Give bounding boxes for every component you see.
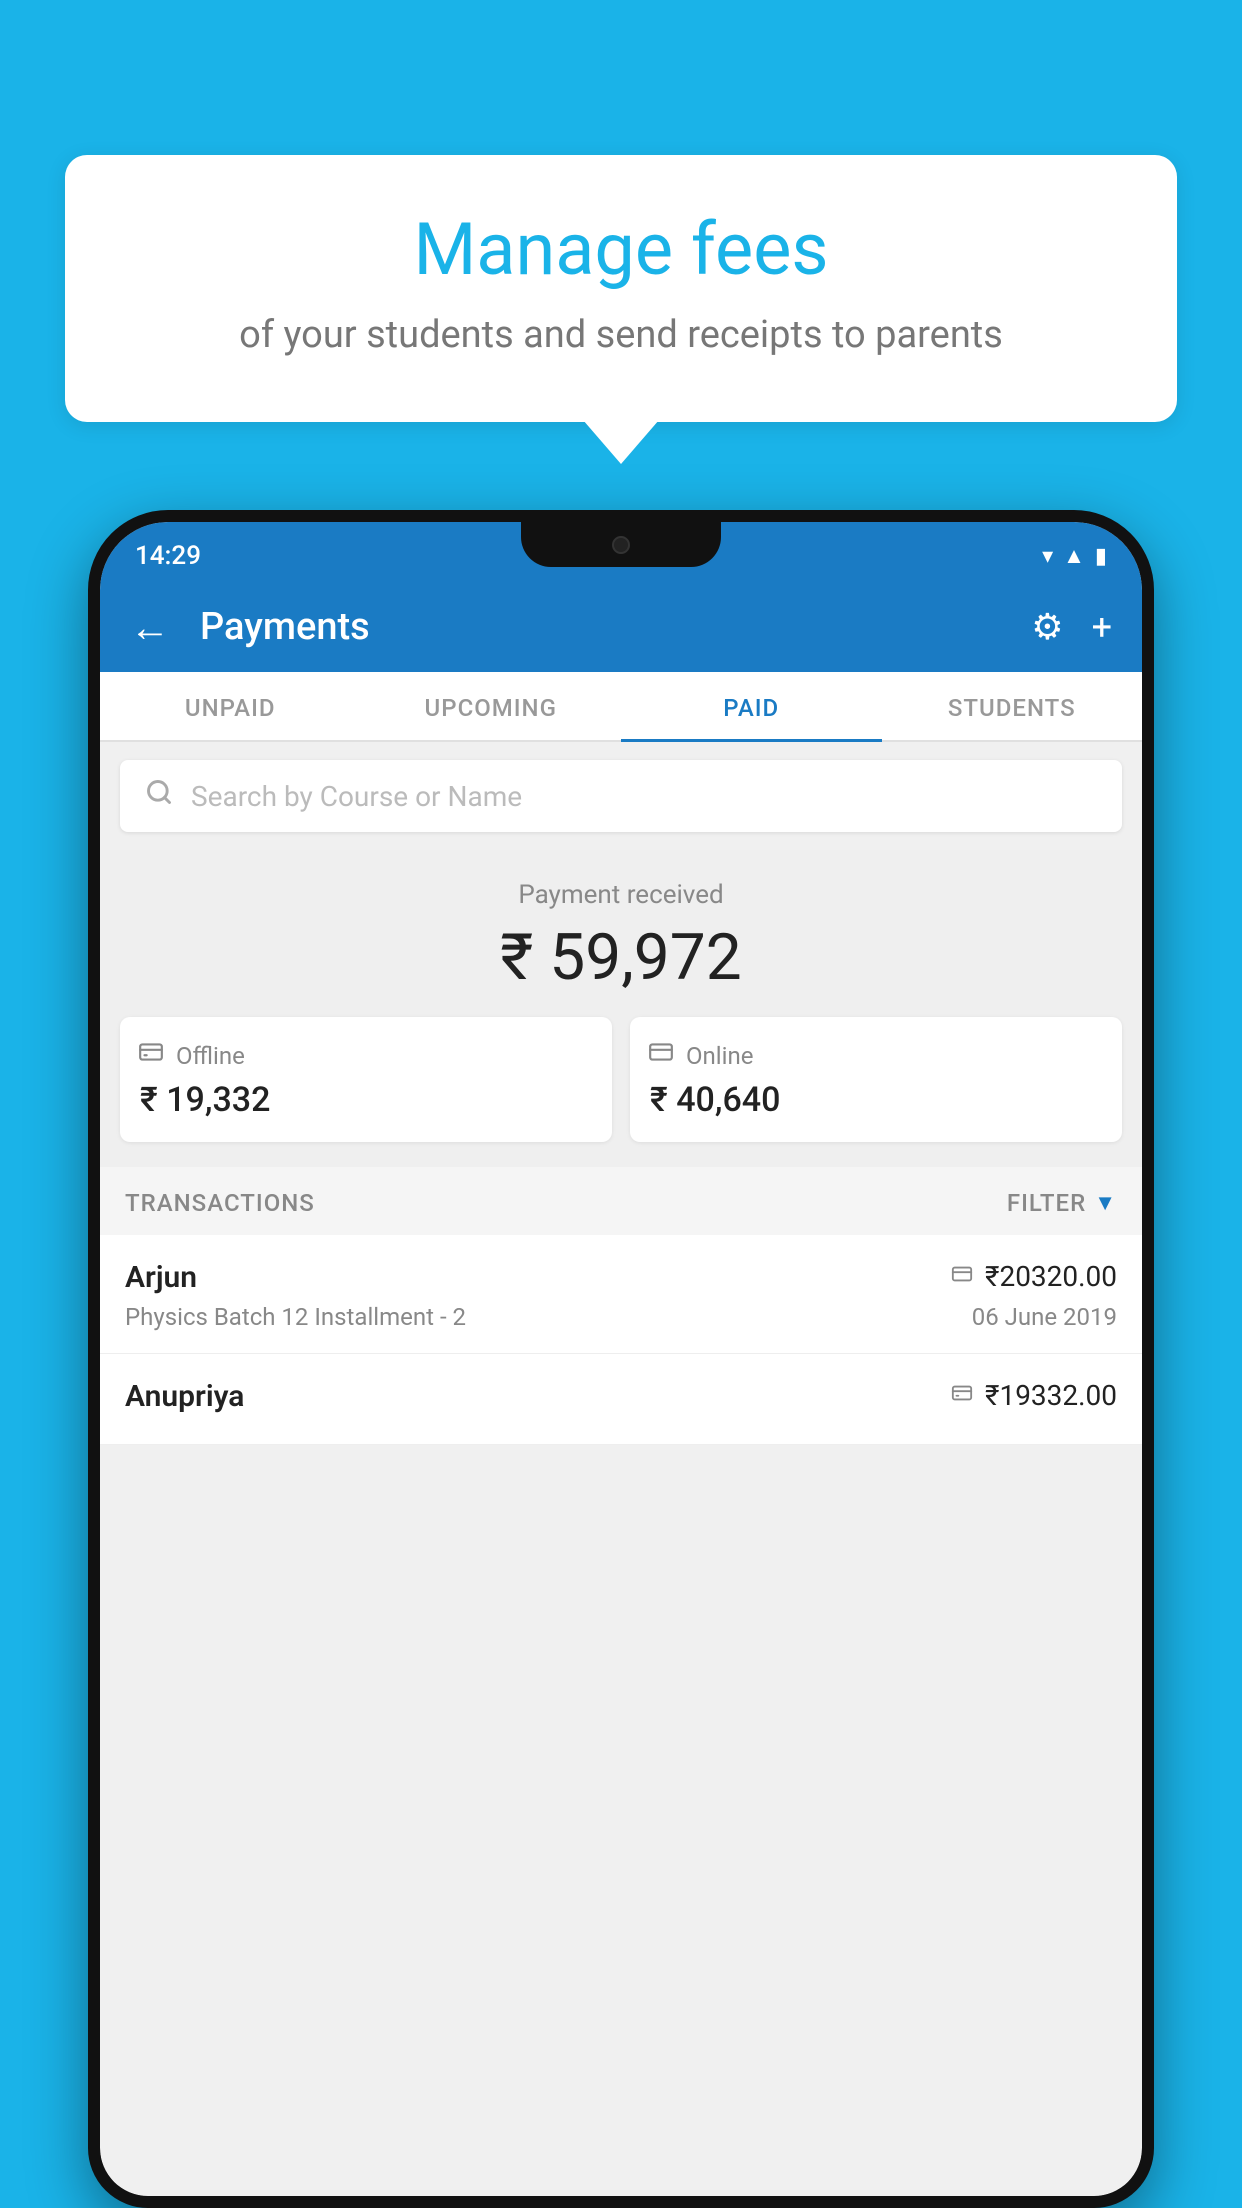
search-placeholder: Search by Course or Name: [191, 780, 522, 813]
settings-icon[interactable]: ⚙: [1031, 606, 1063, 648]
power-button-top: [1146, 722, 1154, 782]
speech-bubble-container: Manage fees of your students and send re…: [65, 155, 1177, 422]
online-card-header: Online: [648, 1039, 1104, 1072]
status-time: 14:29: [135, 541, 201, 571]
back-button[interactable]: ←: [130, 604, 170, 651]
transactions-header: TRANSACTIONS FILTER ▼: [100, 1167, 1142, 1235]
card-symbol: [951, 1263, 973, 1291]
bubble-title: Manage fees: [125, 210, 1117, 289]
payment-amount: ₹ 59,972: [120, 920, 1122, 995]
transaction-row[interactable]: Anupriya ₹19332.00: [100, 1354, 1142, 1445]
tab-unpaid[interactable]: UNPAID: [100, 672, 361, 740]
transaction-top: Anupriya ₹19332.00: [125, 1379, 1117, 1414]
header-title: Payments: [200, 605, 1011, 649]
transaction-amount-wrap: ₹19332.00: [951, 1379, 1117, 1412]
header-icons: ⚙ +: [1031, 606, 1112, 648]
phone-screen: 14:29 ▾ ▲ ▮ ← Payments ⚙ + UNPAID UPCOMI…: [100, 522, 1142, 2196]
wifi-icon: ▾: [1042, 544, 1053, 569]
search-icon: [145, 778, 173, 814]
tab-upcoming[interactable]: UPCOMING: [361, 672, 622, 740]
transaction-date: 06 June 2019: [972, 1303, 1117, 1331]
filter-icon: ▼: [1094, 1190, 1117, 1216]
filter-button[interactable]: FILTER ▼: [1007, 1189, 1117, 1217]
volume-button: [88, 772, 96, 852]
phone-frame: 14:29 ▾ ▲ ▮ ← Payments ⚙ + UNPAID UPCOMI…: [88, 510, 1154, 2208]
cash-symbol: [951, 1382, 973, 1410]
signal-icon: ▲: [1063, 543, 1085, 569]
offline-card-header: Offline: [138, 1039, 594, 1072]
speech-bubble: Manage fees of your students and send re…: [65, 155, 1177, 422]
bubble-subtitle: of your students and send receipts to pa…: [125, 309, 1117, 362]
online-card: Online ₹ 40,640: [630, 1017, 1122, 1142]
transaction-amount: ₹19332.00: [985, 1379, 1117, 1412]
filter-label: FILTER: [1007, 1189, 1086, 1217]
search-bar[interactable]: Search by Course or Name: [120, 760, 1122, 832]
payment-label: Payment received: [120, 880, 1122, 910]
offline-label: Offline: [176, 1042, 245, 1070]
offline-icon: [138, 1039, 164, 1072]
power-button-bottom: [1146, 812, 1154, 912]
offline-card: Offline ₹ 19,332: [120, 1017, 612, 1142]
add-icon[interactable]: +: [1092, 606, 1112, 648]
transaction-row[interactable]: Arjun ₹20320.00 Physics Batch 12 Install…: [100, 1235, 1142, 1354]
transaction-course: Physics Batch 12 Installment - 2: [125, 1303, 466, 1331]
transactions-label: TRANSACTIONS: [125, 1189, 315, 1217]
phone-notch: [521, 522, 721, 567]
tabs-bar: UNPAID UPCOMING PAID STUDENTS: [100, 672, 1142, 742]
offline-amount: ₹ 19,332: [140, 1080, 594, 1120]
online-amount: ₹ 40,640: [650, 1080, 1104, 1120]
payment-cards: Offline ₹ 19,332 Online ₹ 40,640: [120, 1017, 1122, 1142]
transaction-name: Anupriya: [125, 1379, 244, 1414]
tab-students[interactable]: STUDENTS: [882, 672, 1143, 740]
camera: [612, 536, 630, 554]
online-icon: [648, 1039, 674, 1072]
transaction-bottom: Physics Batch 12 Installment - 2 06 June…: [125, 1303, 1117, 1331]
transaction-name: Arjun: [125, 1260, 197, 1295]
app-header: ← Payments ⚙ +: [100, 582, 1142, 672]
status-icons: ▾ ▲ ▮: [1042, 543, 1107, 569]
payment-summary: Payment received ₹ 59,972 Offline ₹: [100, 850, 1142, 1167]
transaction-amount-wrap: ₹20320.00: [951, 1260, 1117, 1293]
tab-paid[interactable]: PAID: [621, 672, 882, 740]
transaction-top: Arjun ₹20320.00: [125, 1260, 1117, 1295]
battery-icon: ▮: [1095, 544, 1107, 569]
transaction-amount: ₹20320.00: [985, 1260, 1117, 1293]
online-label: Online: [686, 1042, 753, 1070]
